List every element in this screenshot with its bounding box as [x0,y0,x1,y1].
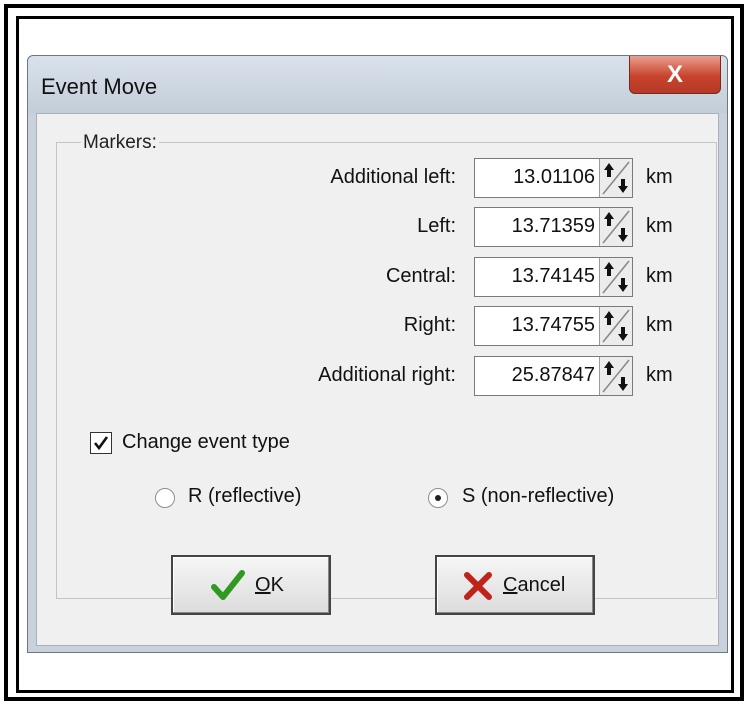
additional-right-field[interactable]: 25.87847 [474,356,633,396]
radio-reflective[interactable] [155,488,175,508]
spin-arrows-icon [602,260,630,294]
red-x-icon [464,572,492,600]
cancel-rest: ancel [517,574,566,596]
radio-reflective-label: R (reflective) [188,485,302,507]
additional-left-unit: km [646,166,673,188]
cancel-mnemonic: C [503,574,518,596]
radio-non-reflective-label: S (non-reflective) [462,485,615,507]
additional-right-spin[interactable] [599,357,632,395]
right-spin[interactable] [599,307,632,345]
additional-right-label: Additional right: [318,364,456,386]
central-value: 13.74145 [511,265,595,287]
ok-button[interactable]: OK [171,555,331,615]
close-icon: X [666,60,683,88]
dialog-title: Event Move [41,74,158,99]
additional-right-value: 25.87847 [511,364,595,386]
left-label: Left: [417,215,456,237]
left-unit: km [646,215,673,237]
radio-non-reflective[interactable] [428,488,448,508]
close-button[interactable]: X [629,56,721,94]
radio-selected-dot [435,495,441,501]
checkmark-icon [211,570,245,600]
right-label: Right: [403,314,456,336]
ok-button-label: OK [255,574,284,597]
additional-left-spin[interactable] [599,159,632,197]
central-unit: km [646,265,673,287]
title-bar: Event Move X [28,56,727,113]
ok-mnemonic: O [255,574,271,596]
cancel-button[interactable]: Cancel [435,555,595,615]
markers-group-label: Markers: [81,132,159,154]
change-event-type-checkbox[interactable] [90,432,112,454]
change-event-type-label: Change event type [122,431,290,453]
additional-left-label: Additional left: [330,166,456,188]
right-field[interactable]: 13.74755 [474,306,633,346]
left-value: 13.71359 [511,215,595,237]
spin-arrows-icon [602,161,630,195]
left-spin[interactable] [599,208,632,246]
spin-arrows-icon [602,309,630,343]
spin-arrows-icon [602,210,630,244]
left-field[interactable]: 13.71359 [474,207,633,247]
event-move-dialog: Event Move X Markers: Additional left: 1… [27,55,728,653]
additional-left-field[interactable]: 13.01106 [474,158,633,198]
central-spin[interactable] [599,258,632,296]
cancel-button-label: Cancel [503,574,565,597]
additional-right-unit: km [646,364,673,386]
right-unit: km [646,314,673,336]
additional-left-value: 13.01106 [513,166,595,188]
dialog-client-area: Markers: Additional left: 13.01106 km Le… [36,113,719,646]
right-value: 13.74755 [511,314,595,336]
central-label: Central: [385,265,456,287]
spin-arrows-icon [602,359,630,393]
central-field[interactable]: 13.74145 [474,257,633,297]
ok-rest: K [270,574,284,596]
check-icon [93,436,109,451]
